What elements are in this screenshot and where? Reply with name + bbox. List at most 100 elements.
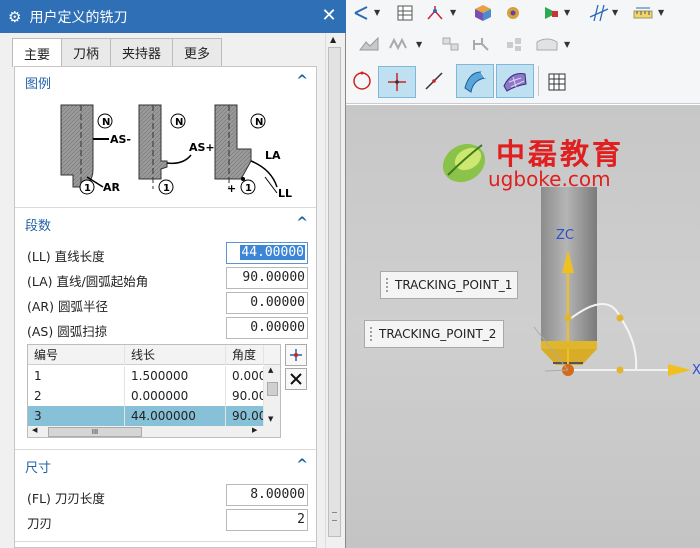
table-header: 编号 线长 角度 [28, 345, 280, 365]
section-segments-header[interactable]: 段数 ^ [15, 211, 316, 237]
ruler-icon[interactable] [630, 0, 656, 26]
close-icon[interactable]: ✕ [318, 5, 340, 27]
param-ll-input[interactable]: 44.00000 [226, 242, 308, 264]
table-vertical-scrollbar[interactable]: ▲ ▼ [264, 365, 280, 427]
tab-main[interactable]: 主要 [12, 38, 63, 67]
param-ar-label: (AR) 圆弧半径 [27, 299, 108, 314]
delete-icon [290, 373, 302, 385]
tab-bar: 主要 刀柄 夹持器 更多 [12, 38, 223, 67]
transform-icon[interactable] [348, 0, 374, 26]
cell-number: 3 [28, 406, 125, 426]
cell-angle: 90.00 [226, 386, 264, 406]
gear-icon: ⚙ [8, 7, 22, 26]
main-toolbar: ▼ ▼ ▼ ▼ ▼ ▼ ▼ [346, 0, 700, 104]
stack-icon [438, 31, 464, 57]
tracking-point-2[interactable]: TRACKING_POINT_2 [364, 320, 504, 348]
tab-shank[interactable]: 刀柄 [61, 38, 112, 66]
col-header-angle[interactable]: 角度 [226, 345, 264, 365]
cell-length: 0.000000 [125, 386, 226, 406]
diagram-1-label-2: 1 [163, 183, 170, 194]
hatch-icon[interactable] [586, 0, 612, 26]
gear-cube-icon[interactable] [500, 0, 526, 26]
collapse-caret-icon[interactable]: ^ [296, 457, 308, 473]
chevron-down-icon[interactable]: ▼ [612, 8, 618, 17]
tree-icon [468, 31, 494, 57]
section-dimensions-header[interactable]: 尺寸 ^ [15, 453, 316, 479]
tab-more[interactable]: 更多 [172, 38, 223, 66]
cube-icon[interactable] [470, 0, 496, 26]
scroll-up-icon[interactable]: ▲ [268, 366, 273, 374]
cell-number: 1 [28, 366, 125, 386]
scroll-thumb[interactable] [267, 382, 278, 396]
param-ar-input[interactable]: 0.00000 [226, 292, 308, 314]
graphics-viewport[interactable]: 中磊教育 ugboke.com ZC X TRACKING_POINT_1 TR… [346, 105, 700, 548]
collapse-caret-icon[interactable]: ^ [296, 215, 308, 231]
grid-icon[interactable] [544, 68, 570, 96]
diagram-la-label: LA [265, 149, 281, 162]
table-row[interactable]: 1 1.500000 0.000 [28, 366, 280, 386]
dialog-scrollbar[interactable]: ▲ [325, 33, 343, 548]
scroll-left-icon[interactable]: ◀ [32, 426, 37, 434]
cell-angle: 0.000 [226, 366, 264, 386]
param-ll-label: (LL) 直线长度 [27, 249, 105, 264]
section-segments-title: 段数 [25, 218, 52, 234]
scroll-down-icon[interactable]: ▼ [268, 415, 273, 423]
cell-angle: 90.00 [226, 406, 264, 426]
param-la-input[interactable]: 90.00000 [226, 267, 308, 289]
flutes-label: 刀刃 [27, 516, 53, 531]
param-la-label: (LA) 直线/圆弧起始角 [27, 274, 149, 289]
axis-z-label: ZC [556, 228, 574, 243]
mill-tool-dialog: ⚙ 用户定义的铣刀 ✕ 主要 刀柄 夹持器 更多 图例 ^ N 1 AS- AR… [0, 0, 346, 548]
tool-profile-diagram: N 1 AS- AR N 1 AS+ N 1 + LA LL [60, 104, 292, 200]
section-dimensions-title: 尺寸 [25, 460, 52, 476]
param-fl-label: (FL) 刀刃长度 [27, 491, 105, 506]
add-segment-button[interactable] [285, 344, 307, 366]
chevron-down-icon: ▼ [564, 40, 571, 49]
scroll-right-icon[interactable]: ▶ [252, 426, 257, 434]
tab-holder[interactable]: 夹持器 [110, 38, 174, 66]
table-row[interactable]: 2 0.000000 90.00 [28, 386, 280, 406]
chevron-down-icon: ▼ [416, 40, 423, 49]
table-horizontal-scrollbar[interactable]: ◀ III ▶ [28, 426, 280, 437]
diagram-ll-label: LL [278, 187, 292, 200]
flutes-input[interactable]: 2 [226, 509, 308, 531]
surface-grid-icon [534, 31, 560, 57]
surface-icon[interactable] [456, 64, 494, 98]
section-illustration-header[interactable]: 图例 ^ [15, 69, 316, 95]
point-icon[interactable] [378, 66, 416, 98]
diagram-ar-label: AR [103, 181, 121, 194]
table-row-selected[interactable]: 3 44.000000 90.00 [28, 406, 280, 426]
diagram-n-label-1: N [102, 117, 110, 128]
branch-icon[interactable] [422, 0, 448, 26]
circle-icon[interactable] [348, 66, 376, 96]
section-illustration-title: 图例 [25, 76, 52, 92]
diagram-as-minus-label: AS- [110, 133, 131, 146]
diagram-n-label-2: N [175, 117, 183, 128]
chevron-down-icon[interactable]: ▼ [658, 8, 664, 17]
mold-icon [356, 31, 382, 57]
param-as-input[interactable]: 0.00000 [226, 317, 308, 339]
scroll-thumb[interactable] [328, 47, 341, 537]
col-header-number[interactable]: 编号 [28, 345, 125, 365]
col-header-length[interactable]: 线长 [125, 345, 226, 365]
mesh-icon[interactable] [496, 64, 534, 98]
dialog-title: 用户定义的铣刀 [29, 9, 128, 26]
chevron-down-icon[interactable]: ▼ [450, 8, 456, 17]
delete-segment-button[interactable] [285, 368, 307, 390]
hscroll-thumb[interactable]: III [48, 427, 142, 437]
tracking-point-2-label: TRACKING_POINT_2 [379, 327, 497, 341]
grip-icon [332, 512, 337, 521]
cell-length: 1.500000 [125, 366, 226, 386]
scroll-up-icon[interactable]: ▲ [330, 35, 336, 44]
dialog-titlebar[interactable]: ⚙ 用户定义的铣刀 ✕ [0, 0, 346, 33]
chevron-down-icon[interactable]: ▼ [374, 8, 380, 17]
axis-x-label: X [692, 363, 700, 378]
table-icon[interactable] [392, 0, 418, 26]
play-icon[interactable] [538, 0, 564, 26]
param-as-label: (AS) 圆弧扫掠 [27, 324, 108, 339]
line-icon[interactable] [420, 66, 448, 96]
tracking-point-1[interactable]: TRACKING_POINT_1 [380, 271, 518, 299]
collapse-caret-icon[interactable]: ^ [296, 73, 308, 89]
param-fl-input[interactable]: 8.00000 [226, 484, 308, 506]
chevron-down-icon[interactable]: ▼ [564, 8, 570, 17]
